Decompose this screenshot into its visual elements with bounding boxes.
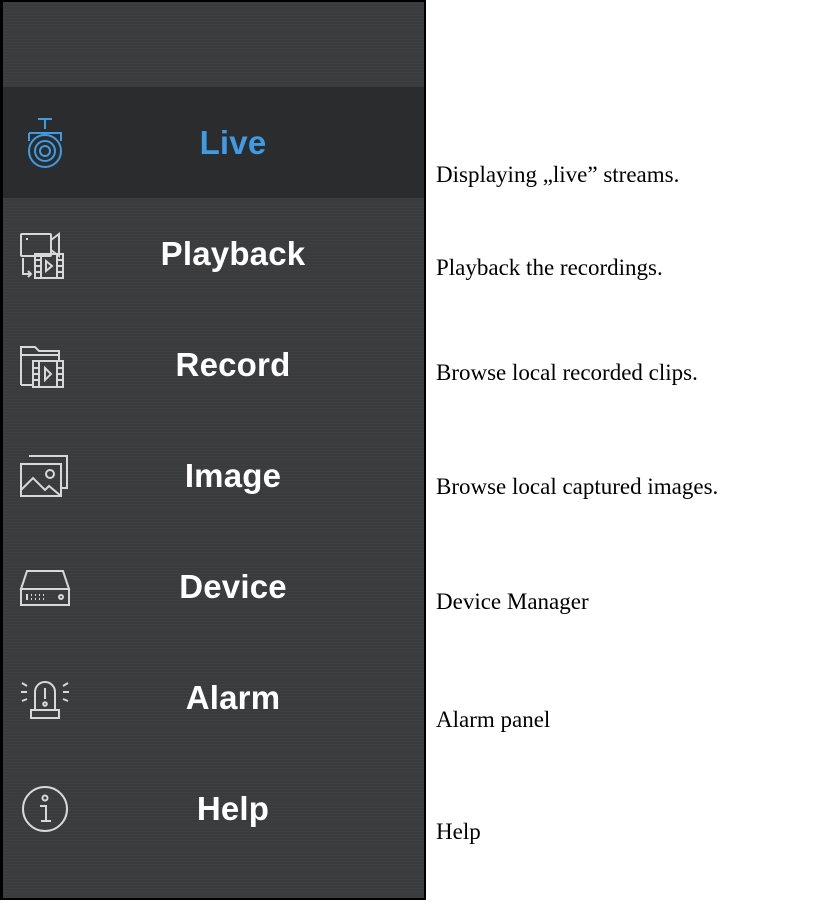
alarm-icon: [17, 670, 73, 726]
camera-icon: [17, 115, 73, 171]
description-live: Displaying „live” streams.: [436, 162, 680, 187]
menu-label-device: Device: [179, 567, 287, 605]
menu-label-live: Live: [199, 123, 267, 161]
description-playback: Playback the recordings.: [436, 255, 663, 280]
description-alarm: Alarm panel: [436, 707, 551, 732]
menu-item-device[interactable]: Device: [3, 531, 424, 642]
playback-icon: [17, 226, 73, 282]
menu-item-image[interactable]: Image: [3, 420, 424, 531]
menu-item-help[interactable]: Help: [3, 753, 424, 864]
record-folder-icon: [17, 337, 73, 393]
menu-label-record: Record: [175, 345, 291, 383]
menu-label-alarm: Alarm: [185, 678, 281, 716]
description-help: Help: [436, 819, 481, 844]
description-image: Browse local captured images.: [436, 474, 719, 499]
menu-item-playback[interactable]: Playback: [3, 198, 424, 309]
image-icon: [17, 448, 73, 504]
menu-label-help: Help: [196, 789, 270, 827]
menu-label-image: Image: [184, 456, 282, 494]
menu-label-playback: Playback: [160, 234, 306, 272]
menu-item-record[interactable]: Record: [3, 309, 424, 420]
menu-item-live[interactable]: Live: [3, 87, 424, 198]
side-menu: Live Playback Record Image Device Alarm …: [0, 0, 426, 900]
description-record: Browse local recorded clips.: [436, 360, 698, 385]
info-icon: [17, 781, 73, 837]
description-device: Device Manager: [436, 589, 589, 614]
menu-item-alarm[interactable]: Alarm: [3, 642, 424, 753]
device-icon: [17, 559, 73, 615]
